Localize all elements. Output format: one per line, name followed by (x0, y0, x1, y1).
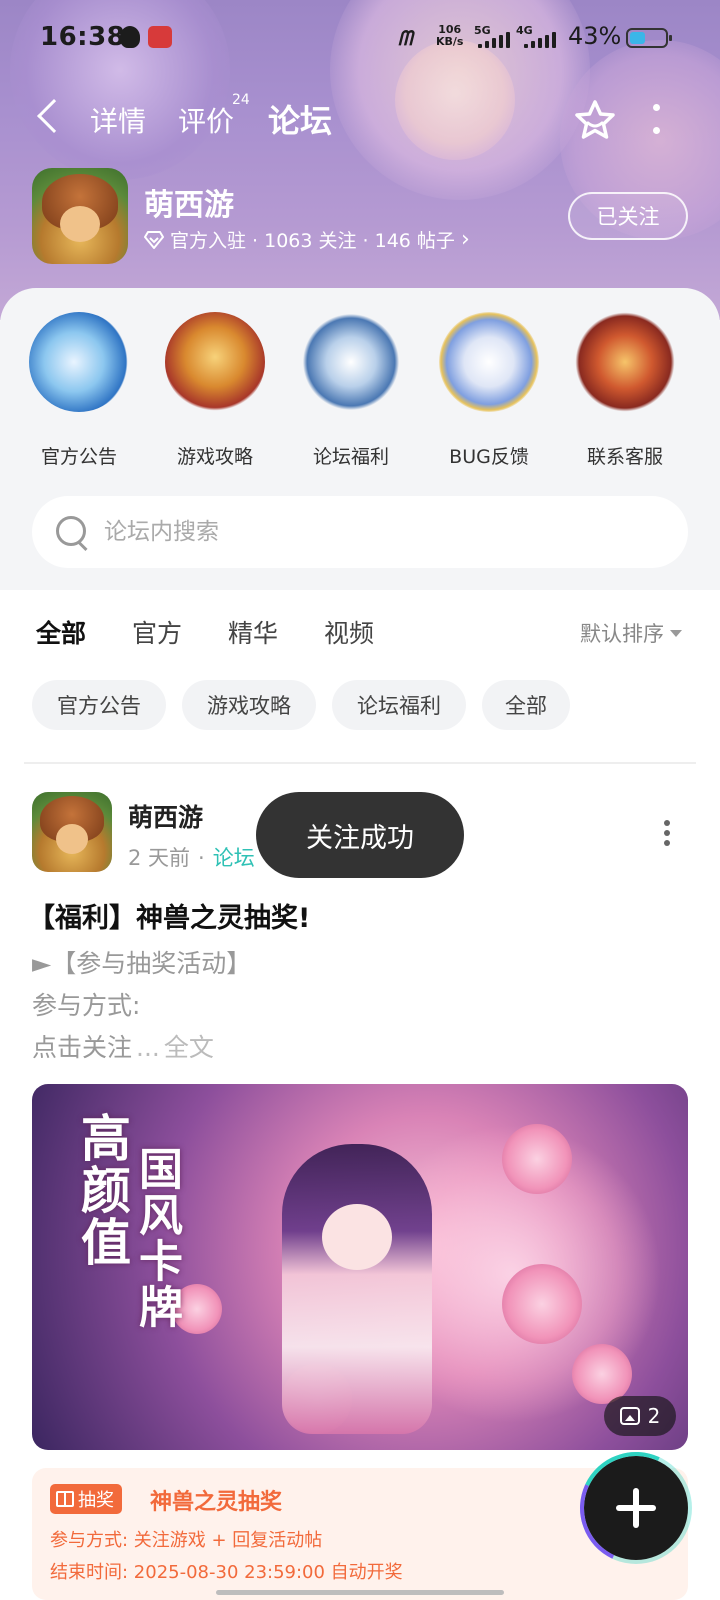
create-post-button[interactable] (584, 1456, 688, 1560)
status-bar: 16:38 ᗰ 106 KB/s 5G 4G 43% (0, 0, 720, 76)
post-excerpt-line: 参与方式: (32, 991, 141, 1020)
favorite-star-icon[interactable] (570, 96, 620, 146)
post-forum-link[interactable]: 论坛 (213, 846, 255, 870)
tab-forum[interactable]: 论坛 (265, 96, 335, 142)
post-title[interactable]: 【福利】神兽之灵抽奖! (28, 896, 310, 935)
divider (24, 762, 696, 764)
subtab-featured[interactable]: 精华 (228, 614, 278, 650)
category-forum-welfare[interactable]: 论坛福利 (286, 312, 416, 469)
category-art-icon (301, 312, 401, 412)
category-official-announcement[interactable]: 官方公告 (14, 312, 144, 469)
search-input[interactable] (104, 519, 664, 545)
category-art-icon (165, 312, 265, 412)
home-indicator[interactable] (216, 1590, 504, 1595)
forum-search-box[interactable] (32, 496, 688, 568)
game-name: 萌西游 (144, 188, 234, 223)
reviews-count-badge: 24 (232, 92, 250, 108)
battery-icon (626, 28, 672, 48)
game-meta[interactable]: 官方入驻 · 1063 关注 · 146 帖子 › (144, 226, 470, 253)
category-customer-service[interactable]: 联系客服 (560, 312, 690, 469)
image-count-badge: 2 (604, 1396, 676, 1436)
lottery-tag: 抽奖 (50, 1484, 122, 1514)
category-art-icon (575, 312, 675, 412)
post-author-name[interactable]: 萌西游 (128, 798, 203, 834)
lottery-end-time: 结束时间: 2025-08-30 23:59:00 自动开奖 (50, 1562, 403, 1583)
category-art-icon (439, 312, 539, 412)
network-speed-unit: KB/s (436, 35, 464, 48)
sim2-signal-icon (524, 32, 556, 48)
post-excerpt-line: 点击关注... 全文 (32, 1028, 214, 1064)
more-options-icon[interactable] (650, 104, 662, 134)
subtab-official[interactable]: 官方 (132, 614, 182, 650)
category-label: 官方公告 (40, 446, 117, 468)
post-meta: 2 天前 · 论坛 (128, 842, 255, 872)
gift-icon (56, 1491, 74, 1507)
category-label: 游戏攻略 (176, 446, 253, 468)
status-time: 16:38 (40, 22, 126, 52)
toast-follow-success: 关注成功 (256, 792, 464, 878)
lottery-title: 神兽之灵抽奖 (150, 1490, 283, 1515)
chevron-right-icon: › (460, 227, 470, 252)
app-notification-icon (148, 26, 172, 48)
post-image[interactable]: 高颜值 国风卡牌 (32, 1084, 688, 1450)
chip-game-guide[interactable]: 游戏攻略 (182, 680, 316, 730)
gallery-icon (619, 1407, 640, 1425)
meta-separator: · (198, 846, 205, 870)
plus-icon (616, 1488, 656, 1528)
official-diamond-icon (144, 230, 164, 249)
sim1-signal-icon (478, 32, 510, 48)
post-more-icon[interactable] (662, 820, 672, 846)
battery-percent: 43% (568, 22, 622, 50)
category-label: 联系客服 (586, 446, 663, 468)
game-meta-text: 官方入驻 · 1063 关注 · 146 帖子 (170, 230, 455, 252)
image-caption: 国风卡牌 (131, 1146, 182, 1330)
battery-fill (630, 32, 645, 44)
tab-reviews[interactable]: 评价 (178, 100, 234, 140)
network-logo-icon: ᗰ (398, 26, 413, 50)
category-label: 论坛福利 (312, 446, 389, 468)
ellipsis: ... (136, 1033, 160, 1062)
chip-official-announcement[interactable]: 官方公告 (32, 680, 166, 730)
game-icon (32, 168, 128, 264)
caret-down-icon (670, 629, 682, 637)
post-excerpt-line: ►【参与抽奖活动】 (32, 949, 252, 978)
category-game-guide[interactable]: 游戏攻略 (150, 312, 280, 469)
chip-all[interactable]: 全部 (482, 680, 570, 730)
qq-notification-icon (120, 26, 140, 48)
sort-label: 默认排序 (580, 622, 664, 646)
post-excerpt-text: 点击关注 (32, 1033, 133, 1062)
lottery-participation: 参与方式: 关注游戏 + 回复活动帖 (50, 1530, 323, 1551)
read-full-link[interactable]: 全文 (164, 1033, 214, 1062)
subtab-video[interactable]: 视频 (324, 614, 374, 650)
tab-details[interactable]: 详情 (90, 100, 146, 140)
network-speed: 106 KB/s (436, 24, 463, 48)
chip-forum-welfare[interactable]: 论坛福利 (332, 680, 466, 730)
sort-dropdown[interactable]: 默认排序 (580, 618, 682, 648)
category-label: BUG反馈 (449, 446, 529, 468)
image-count: 2 (647, 1404, 661, 1428)
subtab-all[interactable]: 全部 (36, 614, 86, 656)
search-icon (54, 514, 90, 550)
post-author-avatar[interactable] (32, 792, 112, 872)
post-time: 2 天前 (128, 846, 191, 870)
followed-button[interactable]: 已关注 (568, 192, 688, 240)
category-art-icon (29, 312, 129, 412)
category-bug-report[interactable]: BUG反馈 (424, 312, 554, 469)
lottery-tag-label: 抽奖 (78, 1490, 114, 1511)
